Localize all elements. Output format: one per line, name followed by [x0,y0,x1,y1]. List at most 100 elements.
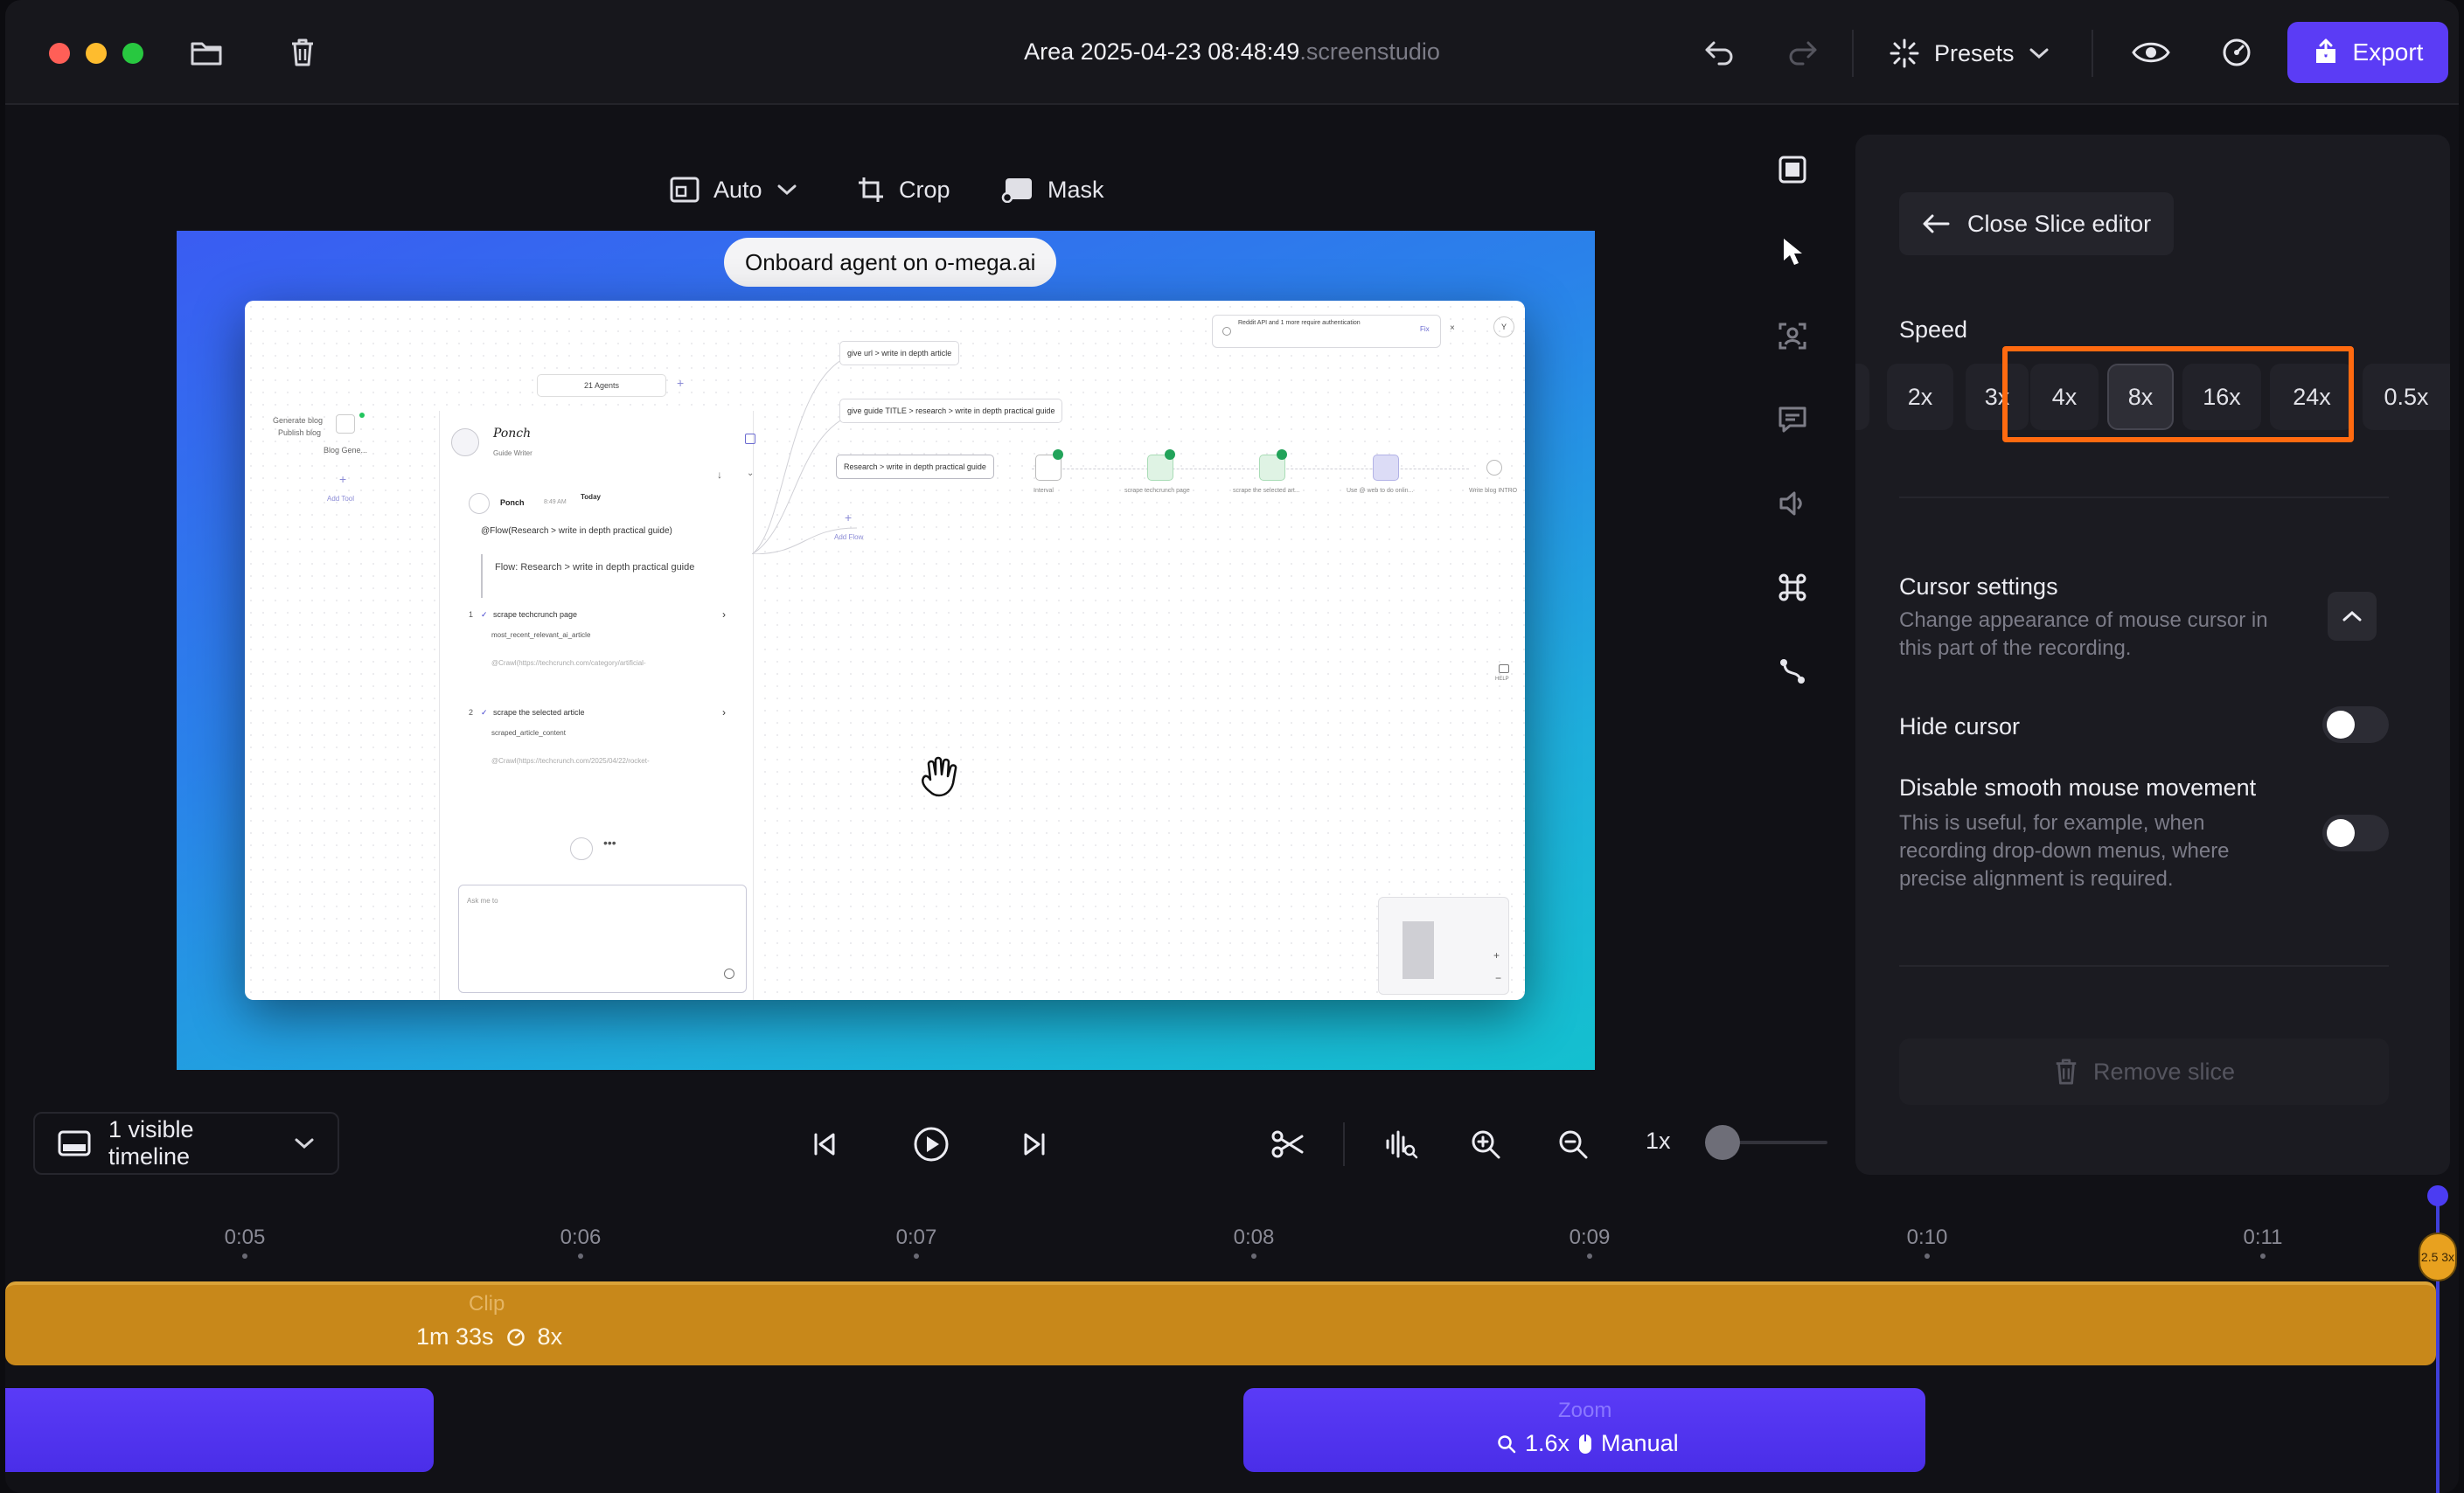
clip-info: 1m 33s 8x [416,1323,562,1351]
arrow-left-icon [1922,213,1950,234]
undo-icon[interactable] [1698,31,1740,73]
timeline-zoom-slider-handle[interactable] [1705,1125,1740,1160]
app-step-label: Interval [1034,488,1054,494]
app-msg-day: Today [581,493,601,501]
app-flow-node-label: give guide TITLE > research > write in d… [847,406,1055,415]
skip-back-icon[interactable] [804,1124,845,1164]
speed-option-2x[interactable]: 2x [1887,364,1953,430]
timeline-ruler[interactable] [5,1206,2459,1259]
chevron-right-icon: › [722,608,726,621]
app-help-label: HELP [1495,677,1509,682]
redo-icon[interactable] [1782,31,1824,73]
app-flow-node-label: Research > write in depth practical guid… [844,462,986,471]
scissors-icon[interactable] [1268,1124,1308,1164]
toggle-knob [2327,819,2355,847]
audio-waveform-icon[interactable] [1382,1124,1422,1164]
presets-dropdown[interactable]: Presets [1889,31,2050,75]
disable-smooth-movement-toggle[interactable] [2322,815,2389,851]
app-step-title: scrape the selected article [493,708,585,717]
app-agent-name: Ponch [493,427,532,441]
cursor-settings-title: Cursor settings [1899,573,2058,600]
crop-label: Crop [899,176,950,203]
timeline-tick-label: 0:07 [895,1226,937,1249]
collapse-cursor-settings-button[interactable] [2328,592,2377,641]
zoom-level: 1.6x [1525,1430,1570,1456]
app-step-sub: scraped_article_content [491,729,566,737]
captions-tool-icon[interactable] [1775,402,1810,437]
app-user-avatar: Y [1493,316,1514,337]
typing-indicator-icon: ••• [603,836,616,850]
clip-duration: 1m 33s [416,1323,494,1350]
app-minimap [1378,897,1509,995]
app-sidebar-item: Generate blog [273,416,324,425]
layout-icon [670,177,700,203]
clip-speed: 8x [537,1323,563,1350]
chevron-down-icon [2029,46,2050,60]
app-step-title: scrape techcrunch page [493,610,578,619]
app-msg-text: @Flow(Research > write in depth practica… [481,526,672,536]
chevron-right-icon: › [722,706,726,719]
zoom-segment-info: 1.6x Manual [1497,1430,1679,1457]
zoom-in-icon[interactable] [1465,1124,1506,1164]
timeline-tick [1925,1253,1930,1259]
app-flow-connectors [752,353,857,554]
app-agents-count: 21 Agents [583,381,620,390]
play-icon[interactable] [911,1124,951,1164]
timeline-tick [1251,1253,1256,1259]
command-key-icon[interactable] [1775,570,1810,605]
gauge-icon[interactable] [2216,31,2258,73]
close-icon: × [1450,323,1455,333]
check-badge-icon [1165,449,1175,460]
panel-divider [1899,965,2389,967]
app-window: Area 2025-04-23 08:48:49.screenstudio Pr… [5,0,2459,1493]
skip-forward-icon[interactable] [1014,1124,1055,1164]
audio-tool-icon[interactable] [1775,486,1810,521]
toolbar-separator [2092,30,2093,77]
app-step-url: @Crawl(https://techcrunch.com/category/a… [491,659,646,667]
crop-button[interactable]: Crop [857,171,950,208]
smooth-movement-description: recording drop-down menus, where [1899,839,2230,863]
mask-icon [1000,177,1034,203]
motion-path-icon[interactable] [1775,654,1810,689]
close-slice-editor-label: Close Slice editor [1967,210,2152,237]
layout-dropdown[interactable]: Auto [670,171,797,208]
check-badge-icon [1277,449,1287,460]
cursor-tool-icon[interactable] [1775,234,1810,269]
visible-timeline-dropdown[interactable]: 1 visible timeline [33,1112,339,1175]
eye-icon[interactable] [2130,31,2172,73]
timeline-tick-label: 0:06 [560,1226,602,1249]
smooth-movement-label: Disable smooth mouse movement [1899,774,2257,801]
playhead-handle[interactable] [2427,1185,2448,1206]
title-bar: Area 2025-04-23 08:48:49.screenstudio Pr… [5,0,2459,105]
playback-separator [1343,1122,1345,1166]
mask-button[interactable]: Mask [1000,171,1104,208]
remove-slice-button[interactable]: Remove slice [1899,1038,2389,1105]
toggle-knob [2327,711,2355,739]
clip-segment[interactable] [5,1281,2436,1365]
chevron-up-icon [2342,609,2363,623]
zoom-out-icon[interactable] [1553,1124,1593,1164]
export-label: Export [2352,38,2424,66]
trash-icon [2053,1057,2079,1087]
zoom-mode: Manual [1601,1430,1679,1456]
zoom-segment[interactable] [5,1388,434,1472]
camera-tool-icon[interactable] [1775,318,1810,353]
plus-icon: + [845,510,853,524]
app-typing-avatar [570,837,593,860]
timeline-tick-label: 0:05 [224,1226,266,1249]
export-button[interactable]: Export [2287,22,2448,83]
recording-name: Area 2025-04-23 08:48:49 [1024,38,1300,65]
timeline-tick-label: 0:11 [2243,1226,2283,1249]
app-flow-node: give url > write in depth article [839,341,960,365]
close-slice-editor-button[interactable]: Close Slice editor [1899,192,2175,255]
timeline-tick-label: 0:09 [1569,1226,1611,1249]
hand-cursor-icon [922,756,957,797]
speed-gauge-icon [506,1328,526,1347]
app-step-label: Write blog INTRO [1469,488,1518,494]
hide-cursor-toggle[interactable] [2322,706,2389,743]
speed-option-0-5x[interactable]: 0.5x [2363,364,2450,430]
playhead-badge-label: 2.5 3x [2420,1250,2455,1264]
background-tool-icon[interactable] [1775,152,1810,187]
zoom-segment-name: Zoom [1558,1399,1612,1422]
app-agents-pill: 21 Agents [537,374,666,397]
